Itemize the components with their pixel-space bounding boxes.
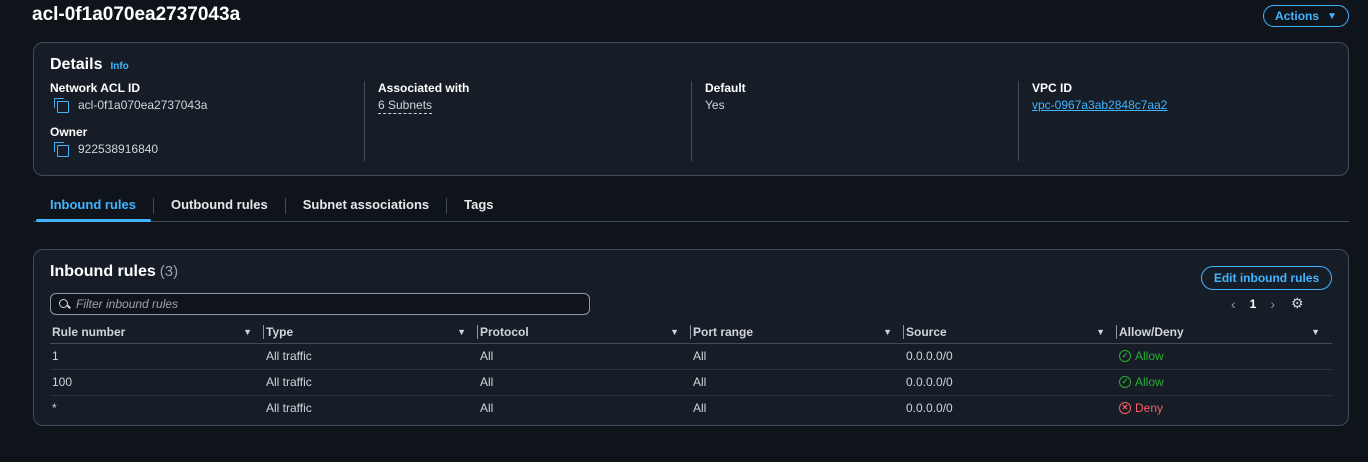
filter-input[interactable] <box>76 297 589 311</box>
rule-number-cell: * <box>52 401 57 416</box>
tab-inbound-rules[interactable]: Inbound rules <box>33 190 153 222</box>
inbound-rules-panel: Inbound rules (3) Edit inbound rules ‹ 1… <box>33 249 1349 426</box>
column-header-source[interactable]: Source ▼ <box>904 321 1117 344</box>
column-header-port-range[interactable]: Port range ▼ <box>691 321 904 344</box>
source-cell: 0.0.0.0/0 <box>904 369 1117 396</box>
chevron-left-icon[interactable]: ‹ <box>1231 296 1236 312</box>
column-header-type[interactable]: Type ▼ <box>264 321 478 344</box>
inbound-rules-heading: Inbound rules <box>50 263 156 280</box>
associated-with-label: Associated with <box>378 81 470 95</box>
owner-label: Owner <box>50 125 88 139</box>
page-title: acl-0f1a070ea2737043a <box>32 4 241 25</box>
tab-subnet-associations[interactable]: Subnet associations <box>286 190 446 222</box>
pagination: ‹ 1 › ⚙ <box>1231 295 1304 312</box>
vpc-id-label: VPC ID <box>1032 81 1073 95</box>
table-row: * All traffic All All 0.0.0.0/0 ✕ Deny <box>50 395 1332 421</box>
caret-down-icon: ▼ <box>457 326 466 337</box>
edit-inbound-rules-button[interactable]: Edit inbound rules <box>1201 266 1332 290</box>
copy-icon[interactable] <box>54 142 69 157</box>
owner-value: 922538916840 <box>78 142 159 156</box>
network-acl-id-label: Network ACL ID <box>50 81 141 95</box>
x-circle-icon: ✕ <box>1119 402 1131 415</box>
caret-down-icon: ▼ <box>883 326 892 337</box>
caret-down-icon: ▼ <box>670 326 679 337</box>
source-cell: 0.0.0.0/0 <box>906 401 953 416</box>
info-link[interactable]: Info <box>110 61 128 72</box>
rule-number-cell: 1 <box>50 343 264 370</box>
check-circle-icon: ✓ <box>1119 350 1131 362</box>
network-acl-id-value: acl-0f1a070ea2737043a <box>78 98 208 112</box>
table-row: 1 All traffic All All 0.0.0.0/0 ✓ Allow <box>50 343 1332 370</box>
type-cell: All traffic <box>264 343 478 370</box>
rule-number-cell: 100 <box>50 369 264 396</box>
allow-deny-cell: ✓ Allow <box>1117 369 1332 396</box>
allow-deny-cell: ✕ Deny <box>1117 395 1332 421</box>
chevron-right-icon[interactable]: › <box>1270 296 1275 312</box>
page-number[interactable]: 1 <box>1250 297 1257 311</box>
details-col-1: Network ACL ID acl-0f1a070ea2737043a Own… <box>50 81 364 161</box>
port-range-cell: All <box>693 401 707 416</box>
protocol-cell: All <box>478 343 691 370</box>
default-label: Default <box>705 81 746 95</box>
protocol-cell: All <box>478 369 691 396</box>
source-cell: 0.0.0.0/0 <box>904 343 1117 370</box>
status-label: Allow <box>1135 375 1164 389</box>
tab-outbound-rules[interactable]: Outbound rules <box>154 190 285 222</box>
details-col-2: Associated with 6 Subnets <box>364 81 691 161</box>
details-panel: Details Info Network ACL ID acl-0f1a070e… <box>33 42 1349 176</box>
status-label: Deny <box>1135 401 1164 416</box>
caret-down-icon: ▼ <box>1327 10 1337 22</box>
column-header-protocol[interactable]: Protocol ▼ <box>478 321 691 344</box>
status-label: Allow <box>1135 349 1164 363</box>
details-col-4: VPC ID vpc-0967a3ab2848c7aa2 <box>1018 81 1338 161</box>
inbound-rules-table: Rule number ▼ Type ▼ Protocol ▼ Port range ▼… <box>50 321 1332 421</box>
search-icon <box>59 298 70 310</box>
associated-subnets-link[interactable]: 6 Subnets <box>378 98 433 114</box>
caret-down-icon: ▼ <box>1311 326 1320 337</box>
check-circle-icon: ✓ <box>1119 376 1131 388</box>
allow-deny-cell: ✓ Allow <box>1117 343 1332 370</box>
details-col-3: Default Yes <box>691 81 1018 161</box>
caret-down-icon: ▼ <box>1096 326 1105 337</box>
details-heading: Details <box>50 56 103 73</box>
table-row: 100 All traffic All All 0.0.0.0/0 ✓ Allow <box>50 369 1332 396</box>
default-value: Yes <box>705 98 725 112</box>
gear-icon[interactable]: ⚙ <box>1291 295 1304 312</box>
tab-tags[interactable]: Tags <box>447 190 510 222</box>
protocol-cell: All <box>480 401 494 416</box>
type-cell: All traffic <box>266 401 312 416</box>
actions-button[interactable]: Actions ▼ <box>1263 5 1349 27</box>
tabs-bar: Inbound rules Outbound rules Subnet asso… <box>33 190 1349 222</box>
inbound-rules-count: (3) <box>159 263 179 280</box>
table-header-row: Rule number ▼ Type ▼ Protocol ▼ Port range ▼… <box>50 321 1332 344</box>
port-range-cell: All <box>691 369 904 396</box>
filter-box <box>50 293 590 315</box>
type-cell: All traffic <box>264 369 478 396</box>
vpc-id-link[interactable]: vpc-0967a3ab2848c7aa2 <box>1032 98 1167 112</box>
actions-label: Actions <box>1275 9 1320 23</box>
column-header-rule-number[interactable]: Rule number ▼ <box>50 321 264 344</box>
column-header-allow-deny[interactable]: Allow/Deny ▼ <box>1117 321 1332 344</box>
caret-down-icon: ▼ <box>243 326 252 337</box>
copy-icon[interactable] <box>54 98 69 113</box>
port-range-cell: All <box>691 343 904 370</box>
